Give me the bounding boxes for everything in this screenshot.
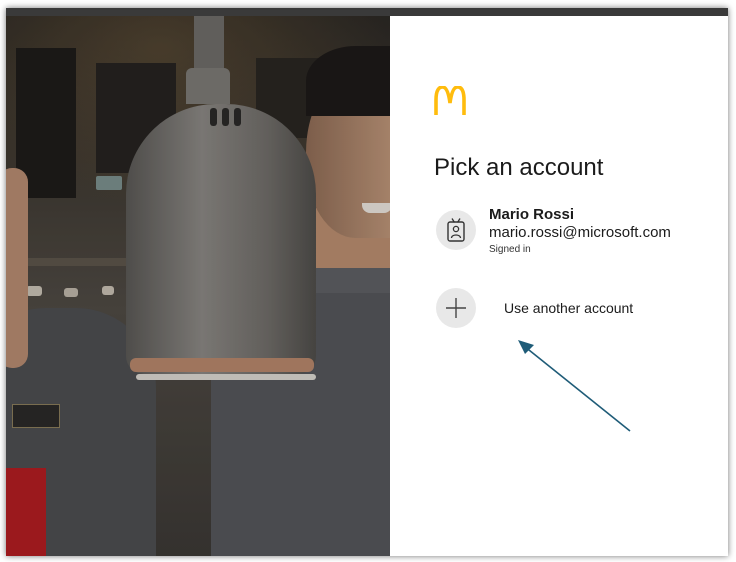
background-photo [6,8,390,556]
use-another-account-label: Use another account [504,300,634,316]
sign-in-window: Pick an account Mario Rossi mario.rossi@… [6,8,728,556]
use-another-account-button[interactable]: Use another account [430,284,728,334]
account-picker-panel: Pick an account Mario Rossi mario.rossi@… [390,16,728,556]
account-avatar [436,210,476,250]
page-title: Pick an account [434,154,604,181]
arrow-annotation-icon [518,340,631,432]
id-badge-icon [447,218,465,242]
plus-icon [446,298,466,318]
account-status: Signed in [489,244,531,255]
plus-circle [436,288,476,328]
mcdonalds-arches-icon [434,86,466,115]
account-email: mario.rossi@microsoft.com [489,224,671,241]
account-tile-mario-rossi[interactable]: Mario Rossi mario.rossi@microsoft.com Si… [430,200,728,262]
account-name: Mario Rossi [489,206,575,223]
